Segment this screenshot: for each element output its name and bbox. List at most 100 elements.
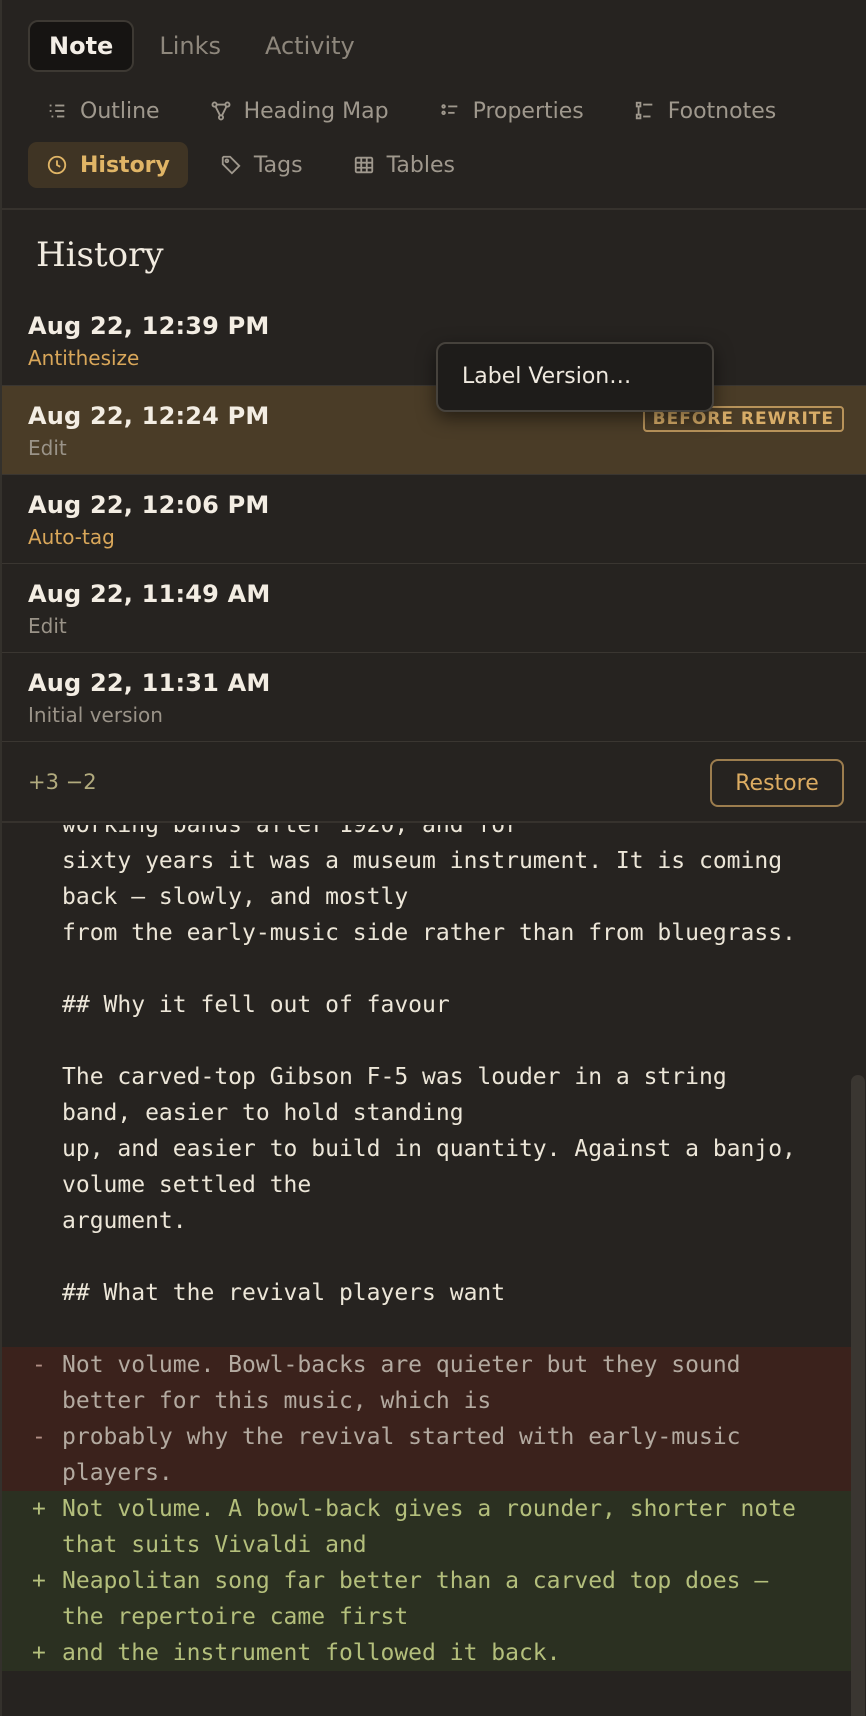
- diff-line-text: ## Why it fell out of favour: [62, 992, 450, 1018]
- diff-line-text: sixty years it was a museum instrument. …: [62, 848, 783, 874]
- diff-stat: +3 −2: [28, 770, 97, 794]
- history-panel: Note Links Activity Outline Heading Map …: [0, 0, 866, 1716]
- subnav-label: Tags: [253, 152, 303, 178]
- diff-lines: working bands after 1920, and for sixty y…: [2, 825, 852, 1671]
- diff-line-text: and the instrument followed it back.: [62, 1640, 561, 1666]
- clock-icon: [47, 155, 67, 175]
- subnav-history[interactable]: History: [28, 142, 188, 188]
- subnav-label: Footnotes: [667, 98, 777, 124]
- diff-line-text: Neapolitan song far better than a carved…: [62, 1568, 769, 1594]
- diff-marker: +: [32, 1640, 46, 1666]
- version-action: Initial version: [28, 703, 163, 727]
- diff-marker: -: [32, 1352, 46, 1378]
- section-title: History: [36, 235, 164, 275]
- diff-line: from the early-music side rather than fr…: [2, 915, 852, 951]
- version-action: Auto-tag: [28, 525, 115, 549]
- diff-line: [2, 1023, 852, 1059]
- version-time: Aug 22, 12:06 PM: [28, 491, 270, 519]
- subnav-label: Outline: [80, 98, 160, 124]
- diff-line-deleted: better for this music, which is: [2, 1383, 852, 1419]
- table-icon: [354, 156, 373, 174]
- version-list: Aug 22, 12:39 PM Antithesize Aug 22, 12:…: [2, 296, 866, 742]
- context-menu: Label Version…: [436, 342, 714, 412]
- version-row[interactable]: Aug 22, 12:06 PM Auto-tag: [2, 475, 866, 564]
- diff-line: band, easier to hold standing: [2, 1095, 852, 1131]
- diff-line: The carved-top Gibson F-5 was louder in …: [2, 1059, 852, 1095]
- diff-line-text: back — slowly, and mostly: [62, 884, 409, 910]
- diff-line: argument.: [2, 1203, 852, 1239]
- diff-line-text: that suits Vivaldi and: [62, 1532, 367, 1558]
- version-action: Edit: [28, 614, 67, 638]
- version-row-selected[interactable]: Aug 22, 12:24 PM Edit BEFORE REWRITE: [2, 386, 866, 475]
- tab-note[interactable]: Note: [28, 20, 135, 72]
- diff-line-text: the repertoire came first: [62, 1604, 409, 1630]
- version-row[interactable]: Aug 22, 11:31 AM Initial version: [2, 653, 866, 742]
- subnav-label: History: [80, 152, 170, 178]
- diff-line-text: probably why the revival started with ea…: [62, 1424, 741, 1450]
- diff-line-deleted: - probably why the revival started with e…: [2, 1419, 852, 1455]
- version-action: Edit: [28, 436, 67, 460]
- diff-line-added: + Neapolitan song far better than a carve…: [2, 1563, 852, 1599]
- diff-line-added: that suits Vivaldi and: [2, 1527, 852, 1563]
- subnav-row: Outline Heading Map Properties Footnotes: [28, 88, 794, 134]
- diff-line-text: better for this music, which is: [62, 1388, 492, 1414]
- diff-line-text: from the early-music side rather than fr…: [62, 920, 796, 946]
- version-row[interactable]: Aug 22, 12:39 PM Antithesize: [2, 296, 866, 386]
- diff-marker: -: [32, 1424, 46, 1450]
- subnav-tables[interactable]: Tables: [335, 142, 473, 188]
- heading-map-icon: [211, 101, 231, 121]
- diff-line-text: Not volume. A bowl-back gives a rounder,…: [62, 1496, 796, 1522]
- diff-line-deleted: players.: [2, 1455, 852, 1491]
- version-action: Antithesize: [28, 346, 140, 370]
- diff-line-text: players.: [62, 1460, 173, 1486]
- label-version-menu-item[interactable]: Label Version…: [462, 364, 631, 389]
- diff-line-added: + Not volume. A bowl-back gives a rounder…: [2, 1491, 852, 1527]
- diff-line-text: band, easier to hold standing: [62, 1100, 464, 1126]
- diff-line: [2, 1239, 852, 1275]
- diff-marker: +: [32, 1568, 46, 1594]
- diff-marker: +: [32, 1496, 46, 1522]
- outline-icon: [49, 104, 65, 118]
- diff-line: volume settled the: [2, 1167, 852, 1203]
- scrollbar[interactable]: [851, 1075, 865, 1716]
- diff-line: sixty years it was a museum instrument. …: [2, 843, 852, 879]
- diff-line: ## What the revival players want: [2, 1275, 852, 1311]
- footnotes-icon: [635, 101, 653, 120]
- version-time: Aug 22, 12:39 PM: [28, 312, 270, 340]
- subnav-row: History Tags Tables: [28, 142, 473, 188]
- subnav-label: Heading Map: [243, 98, 389, 124]
- diff-view: working bands after 1920, and for sixty y…: [2, 825, 866, 1716]
- diff-line-added: the repertoire came first: [2, 1599, 852, 1635]
- diff-line-text: The carved-top Gibson F-5 was louder in …: [62, 1064, 727, 1090]
- tab-activity[interactable]: Activity: [246, 20, 374, 72]
- diff-line-text: ## What the revival players want: [62, 1280, 506, 1306]
- properties-icon: [440, 104, 457, 116]
- diff-line-text: Not volume. Bowl-backs are quieter but t…: [62, 1352, 741, 1378]
- diff-line-text: up, and easier to build in quantity. Aga…: [62, 1136, 796, 1162]
- diff-line-text: volume settled the: [62, 1172, 312, 1198]
- subnav-properties[interactable]: Properties: [421, 88, 602, 134]
- diff-line: up, and easier to build in quantity. Aga…: [2, 1131, 852, 1167]
- subnav-outline[interactable]: Outline: [28, 88, 178, 134]
- diff-line: back — slowly, and mostly: [2, 879, 852, 915]
- version-time: Aug 22, 11:31 AM: [28, 669, 271, 697]
- tag-icon: [221, 155, 241, 175]
- diff-line: [2, 951, 852, 987]
- diff-toolbar: +3 −2 Restore: [2, 743, 866, 823]
- header-divider: [2, 208, 866, 210]
- diff-line-deleted: - Not volume. Bowl-backs are quieter but …: [2, 1347, 852, 1383]
- tab-links[interactable]: Links: [140, 20, 240, 72]
- diff-line: [2, 1311, 852, 1347]
- diff-line: ## Why it fell out of favour: [2, 987, 852, 1023]
- diff-line-text: working bands after 1920, and for: [62, 825, 519, 838]
- restore-button[interactable]: Restore: [710, 759, 844, 807]
- subnav-heading-map[interactable]: Heading Map: [192, 88, 407, 134]
- diff-line: working bands after 1920, and for: [2, 825, 852, 843]
- panel-tabs: Note Links Activity: [28, 20, 374, 72]
- version-row[interactable]: Aug 22, 11:49 AM Edit: [2, 564, 866, 653]
- subnav-label: Tables: [386, 152, 455, 178]
- diff-line-added: + and the instrument followed it back.: [2, 1635, 852, 1671]
- version-time: Aug 22, 11:49 AM: [28, 580, 271, 608]
- subnav-tags[interactable]: Tags: [202, 142, 321, 188]
- subnav-footnotes[interactable]: Footnotes: [616, 88, 794, 134]
